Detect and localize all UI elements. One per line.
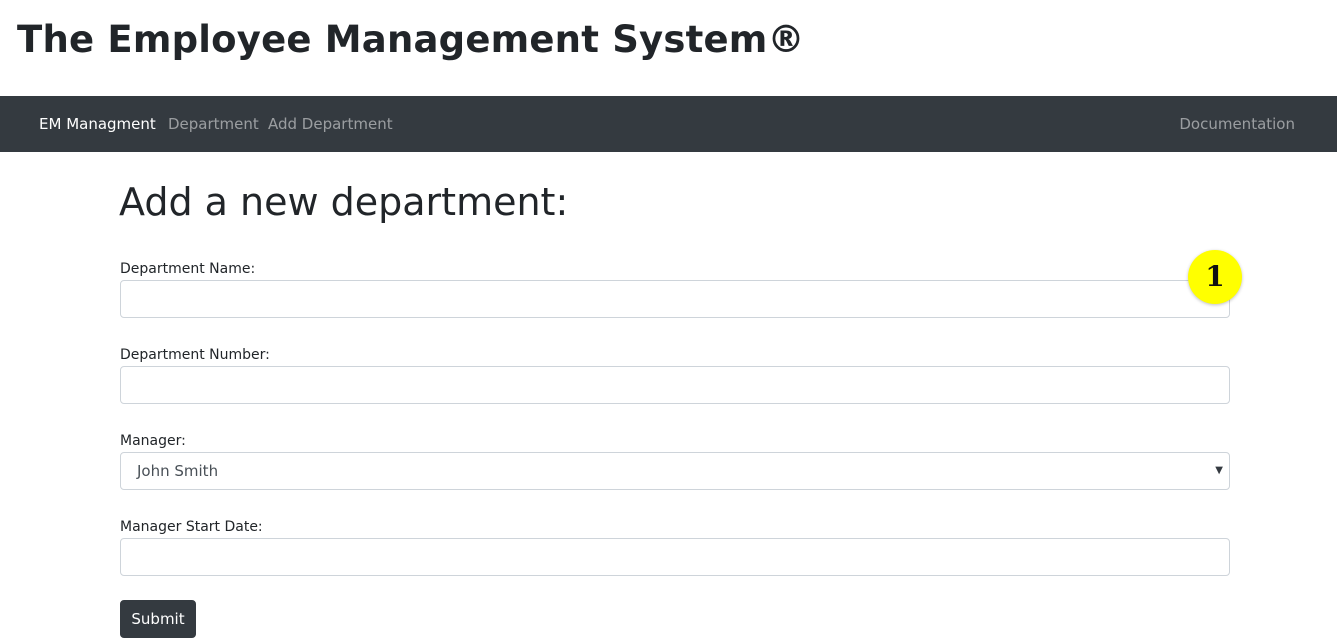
page-heading: Add a new department: — [119, 180, 569, 224]
caret-down-icon: ▼ — [1215, 465, 1223, 476]
nav-link-documentation[interactable]: Documentation — [1179, 115, 1295, 133]
manager-select[interactable]: John Smith ▼ — [120, 452, 1230, 490]
manager-start-date-label: Manager Start Date: — [120, 519, 263, 535]
manager-select-value: John Smith — [137, 462, 219, 480]
department-number-label: Department Number: — [120, 347, 270, 363]
annotation-marker: 1 — [1188, 250, 1242, 304]
manager-label: Manager: — [120, 433, 186, 449]
nav-link-add-department[interactable]: Add Department — [268, 115, 393, 133]
department-name-label: Department Name: — [120, 261, 256, 277]
site-title: The Employee Management System® — [17, 18, 805, 61]
department-number-input[interactable] — [120, 366, 1230, 404]
manager-start-date-input[interactable] — [120, 538, 1230, 576]
navbar-brand[interactable]: EM Managment — [39, 115, 156, 133]
department-name-input[interactable] — [120, 280, 1230, 318]
nav-link-department[interactable]: Department — [168, 115, 259, 133]
submit-button[interactable]: Submit — [120, 600, 196, 638]
top-navbar: EM Managment Department Add Department D… — [0, 96, 1337, 152]
